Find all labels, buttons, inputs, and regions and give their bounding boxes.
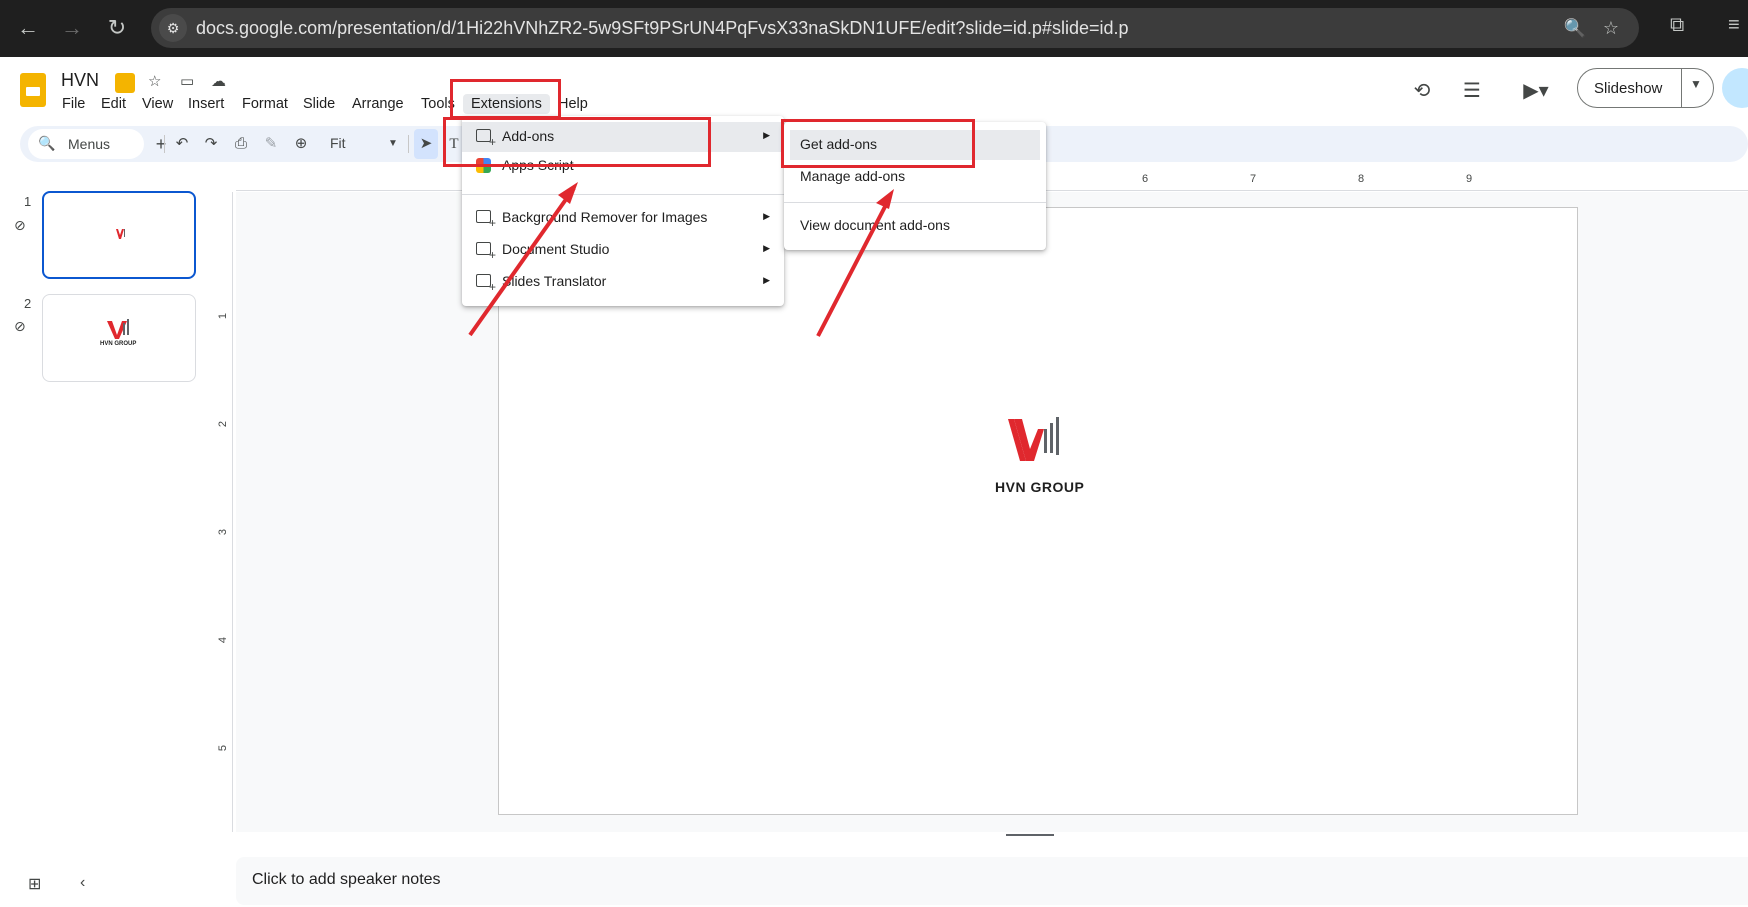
arrow-to-add-ons bbox=[468, 186, 576, 337]
annotation-arrows bbox=[468, 182, 894, 337]
arrow-head bbox=[876, 189, 894, 209]
arrow-head bbox=[558, 182, 578, 204]
arrow-to-get-add-ons bbox=[816, 196, 892, 337]
